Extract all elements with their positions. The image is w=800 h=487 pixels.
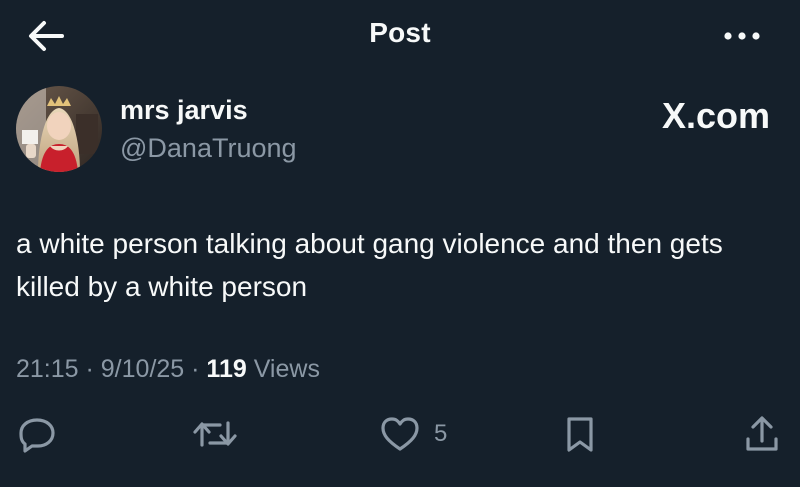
tweet-text: a white person talking about gang violen… <box>16 228 723 302</box>
x-com-watermark: X.com <box>661 95 770 136</box>
share-icon <box>746 416 778 451</box>
bookmark-button[interactable] <box>560 410 600 458</box>
avatar[interactable] <box>16 86 102 172</box>
user-avatar-photo <box>16 86 102 172</box>
share-button[interactable] <box>740 410 784 458</box>
reply-icon <box>19 418 55 453</box>
meta-separator: · <box>184 355 207 383</box>
page-title: Post <box>369 17 431 48</box>
bookmark-icon <box>567 417 593 452</box>
top-bar: Post <box>0 0 800 70</box>
like-count: 5 <box>434 420 448 447</box>
author-display-name[interactable]: mrs jarvis <box>120 95 248 126</box>
tweet-date[interactable]: 9/10/25 <box>101 355 184 383</box>
tweet-meta: 21:15 · 9/10/25 · 119 Views <box>16 355 320 384</box>
more-options-button[interactable] <box>720 18 764 54</box>
views-count: 119 <box>206 355 247 383</box>
repost-button[interactable] <box>190 410 240 458</box>
meta-separator: · <box>78 355 101 383</box>
tweet-time[interactable]: 21:15 <box>16 355 79 383</box>
heart-icon <box>381 417 419 451</box>
like-button[interactable]: 5 <box>378 410 447 458</box>
action-bar: 5 <box>0 410 800 460</box>
repost-icon <box>193 421 237 447</box>
reply-button[interactable] <box>14 410 60 458</box>
author-handle[interactable]: @DanaTruong <box>120 133 297 164</box>
more-horizontal-icon <box>724 32 760 40</box>
views-label: Views <box>246 355 320 383</box>
